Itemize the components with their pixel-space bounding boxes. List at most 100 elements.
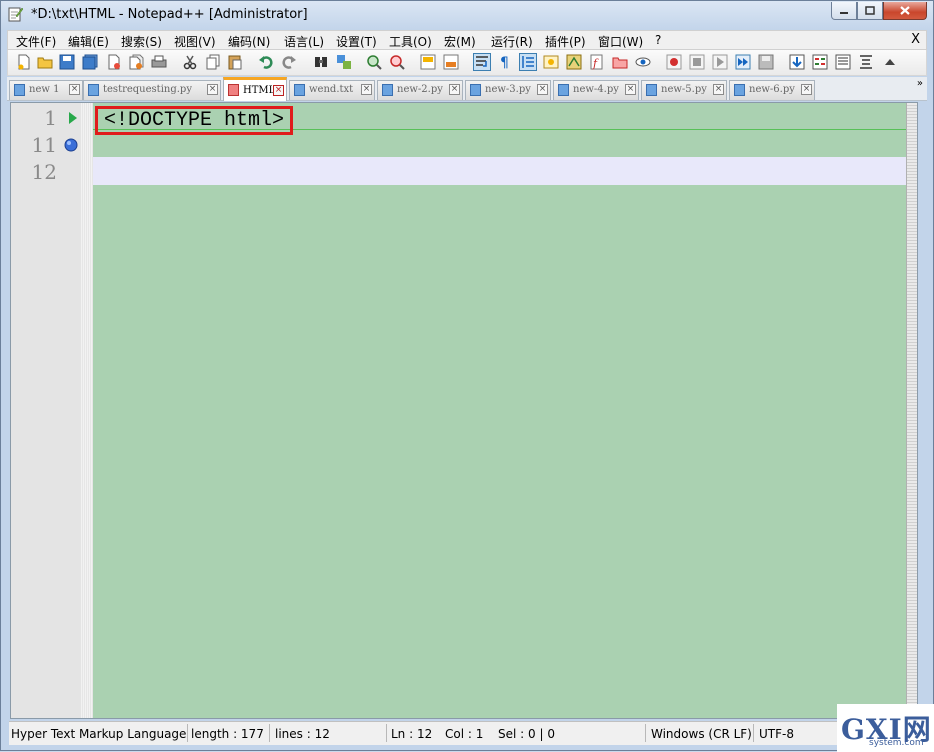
monitor-icon[interactable] (635, 54, 651, 70)
copy-icon[interactable] (205, 54, 221, 70)
menu-search[interactable]: 搜索(S) (121, 33, 162, 50)
open-file-icon[interactable] (37, 54, 53, 70)
tab-close-icon[interactable]: × (273, 85, 284, 96)
save-icon[interactable] (59, 54, 75, 70)
tab-close-icon[interactable]: × (207, 84, 218, 95)
tab-wend[interactable]: wend.txt × (289, 80, 375, 100)
unsaved-file-icon (228, 84, 239, 96)
save-macro-icon[interactable] (758, 54, 774, 70)
zoom-in-icon[interactable] (366, 54, 382, 70)
menu-plugins[interactable]: 插件(P) (545, 33, 586, 50)
window-controls (831, 2, 927, 20)
tab-new-4[interactable]: new-4.py × (553, 80, 639, 100)
vertical-scrollbar[interactable] (906, 103, 917, 718)
menu-tools[interactable]: 工具(O) (389, 33, 432, 50)
close-window-button[interactable] (883, 2, 927, 20)
status-eol: Windows (CR LF) (651, 727, 752, 741)
undo-icon[interactable] (258, 54, 274, 70)
tab-label: new-6.py (749, 84, 795, 95)
sync-v-icon[interactable] (420, 54, 436, 70)
doc-map-icon[interactable] (566, 54, 582, 70)
paste-icon[interactable] (227, 54, 243, 70)
play-macro-icon[interactable] (712, 54, 728, 70)
show-all-chars-icon[interactable]: ¶ (497, 54, 513, 70)
line-number: 12 (31, 160, 57, 184)
indent-guide-icon[interactable] (519, 53, 537, 71)
fold-margin[interactable] (81, 103, 93, 718)
editor-area[interactable]: 1 11 12 <!DOCTYPE html> (10, 102, 918, 719)
current-line-highlight (93, 157, 913, 185)
tab-close-icon[interactable]: × (801, 84, 812, 95)
menu-edit[interactable]: 编辑(E) (68, 33, 109, 50)
notepadpp-window: *D:\txt\HTML - Notepad++ [Administrator]… (0, 0, 934, 752)
save-all-icon[interactable] (82, 54, 98, 70)
sync-h-icon[interactable] (443, 54, 459, 70)
title-bar[interactable]: *D:\txt\HTML - Notepad++ [Administrator] (1, 1, 933, 29)
panel-icon[interactable] (858, 54, 874, 70)
menu-window[interactable]: 窗口(W) (598, 33, 643, 50)
user-lang-icon[interactable] (543, 54, 559, 70)
compare-icon[interactable] (812, 54, 828, 70)
zoom-out-icon[interactable] (389, 54, 405, 70)
bookmark-icon[interactable] (64, 138, 78, 152)
status-sel: Sel : 0 | 0 (498, 727, 555, 741)
fold-arrow-icon[interactable] (68, 112, 78, 124)
close-icon[interactable] (106, 54, 122, 70)
menu-bar: 文件(F) 编辑(E) 搜索(S) 视图(V) 编码(N) 语言(L) 设置(T… (7, 30, 927, 50)
doc-list-icon[interactable] (835, 54, 851, 70)
record-macro-icon[interactable] (666, 54, 682, 70)
status-lines: lines : 12 (275, 727, 330, 741)
folder-workspace-icon[interactable] (612, 54, 628, 70)
close-all-icon[interactable] (128, 54, 144, 70)
arrow-up-icon[interactable] (882, 54, 898, 70)
menu-file[interactable]: 文件(F) (16, 33, 56, 50)
tab-close-icon[interactable]: × (537, 84, 548, 95)
tab-testrequesting[interactable]: testrequesting.py × (83, 80, 221, 100)
tab-new-1[interactable]: new 1 × (9, 80, 83, 100)
close-document-button[interactable]: X (911, 32, 920, 47)
menu-help[interactable]: ? (655, 33, 661, 47)
tab-scroll-icon[interactable]: » (917, 78, 923, 89)
redo-icon[interactable] (281, 54, 297, 70)
tab-new-3[interactable]: new-3.py × (465, 80, 551, 100)
tab-label: wend.txt (309, 84, 354, 95)
watermark-site: system.com (869, 738, 924, 748)
stop-macro-icon[interactable] (689, 54, 705, 70)
saved-file-icon (88, 84, 99, 96)
word-wrap-icon[interactable] (473, 53, 491, 71)
print-icon[interactable] (151, 54, 167, 70)
menu-run[interactable]: 运行(R) (491, 33, 533, 50)
maximize-button[interactable] (857, 2, 883, 20)
tab-new-2[interactable]: new-2.py × (377, 80, 463, 100)
saved-file-icon (14, 84, 25, 96)
menu-settings[interactable]: 设置(T) (336, 33, 377, 50)
tab-close-icon[interactable]: × (713, 84, 724, 95)
cut-icon[interactable] (182, 54, 198, 70)
tab-close-icon[interactable]: × (361, 84, 372, 95)
tab-close-icon[interactable]: × (69, 84, 80, 95)
tab-html[interactable]: HTML × (223, 77, 287, 101)
upload-icon[interactable] (789, 54, 805, 70)
find-icon[interactable] (313, 54, 329, 70)
minimize-button[interactable] (831, 2, 857, 20)
new-file-icon[interactable] (16, 54, 32, 70)
tab-close-icon[interactable]: × (625, 84, 636, 95)
code-line-doctype[interactable]: <!DOCTYPE html> (95, 106, 294, 135)
tab-new-5[interactable]: new-5.py × (641, 80, 727, 100)
saved-file-icon (558, 84, 569, 96)
replace-icon[interactable] (336, 54, 352, 70)
tab-label: new 1 (29, 84, 60, 95)
run-macro-multi-icon[interactable] (735, 54, 751, 70)
status-length: length : 177 (191, 727, 264, 741)
menu-view[interactable]: 视图(V) (174, 33, 216, 50)
menu-encoding[interactable]: 编码(N) (228, 33, 270, 50)
menu-macro[interactable]: 宏(M) (444, 33, 476, 50)
tab-new-6[interactable]: new-6.py × (729, 80, 815, 100)
tab-label: HTML (243, 85, 276, 96)
status-bar: Hyper Text Markup Language length : 177 … (9, 721, 927, 745)
tab-close-icon[interactable]: × (449, 84, 460, 95)
menu-language[interactable]: 语言(L) (284, 33, 324, 50)
status-separator (645, 724, 646, 742)
window-title: *D:\txt\HTML - Notepad++ [Administrator] (31, 7, 308, 22)
function-list-icon[interactable]: f (589, 54, 605, 70)
